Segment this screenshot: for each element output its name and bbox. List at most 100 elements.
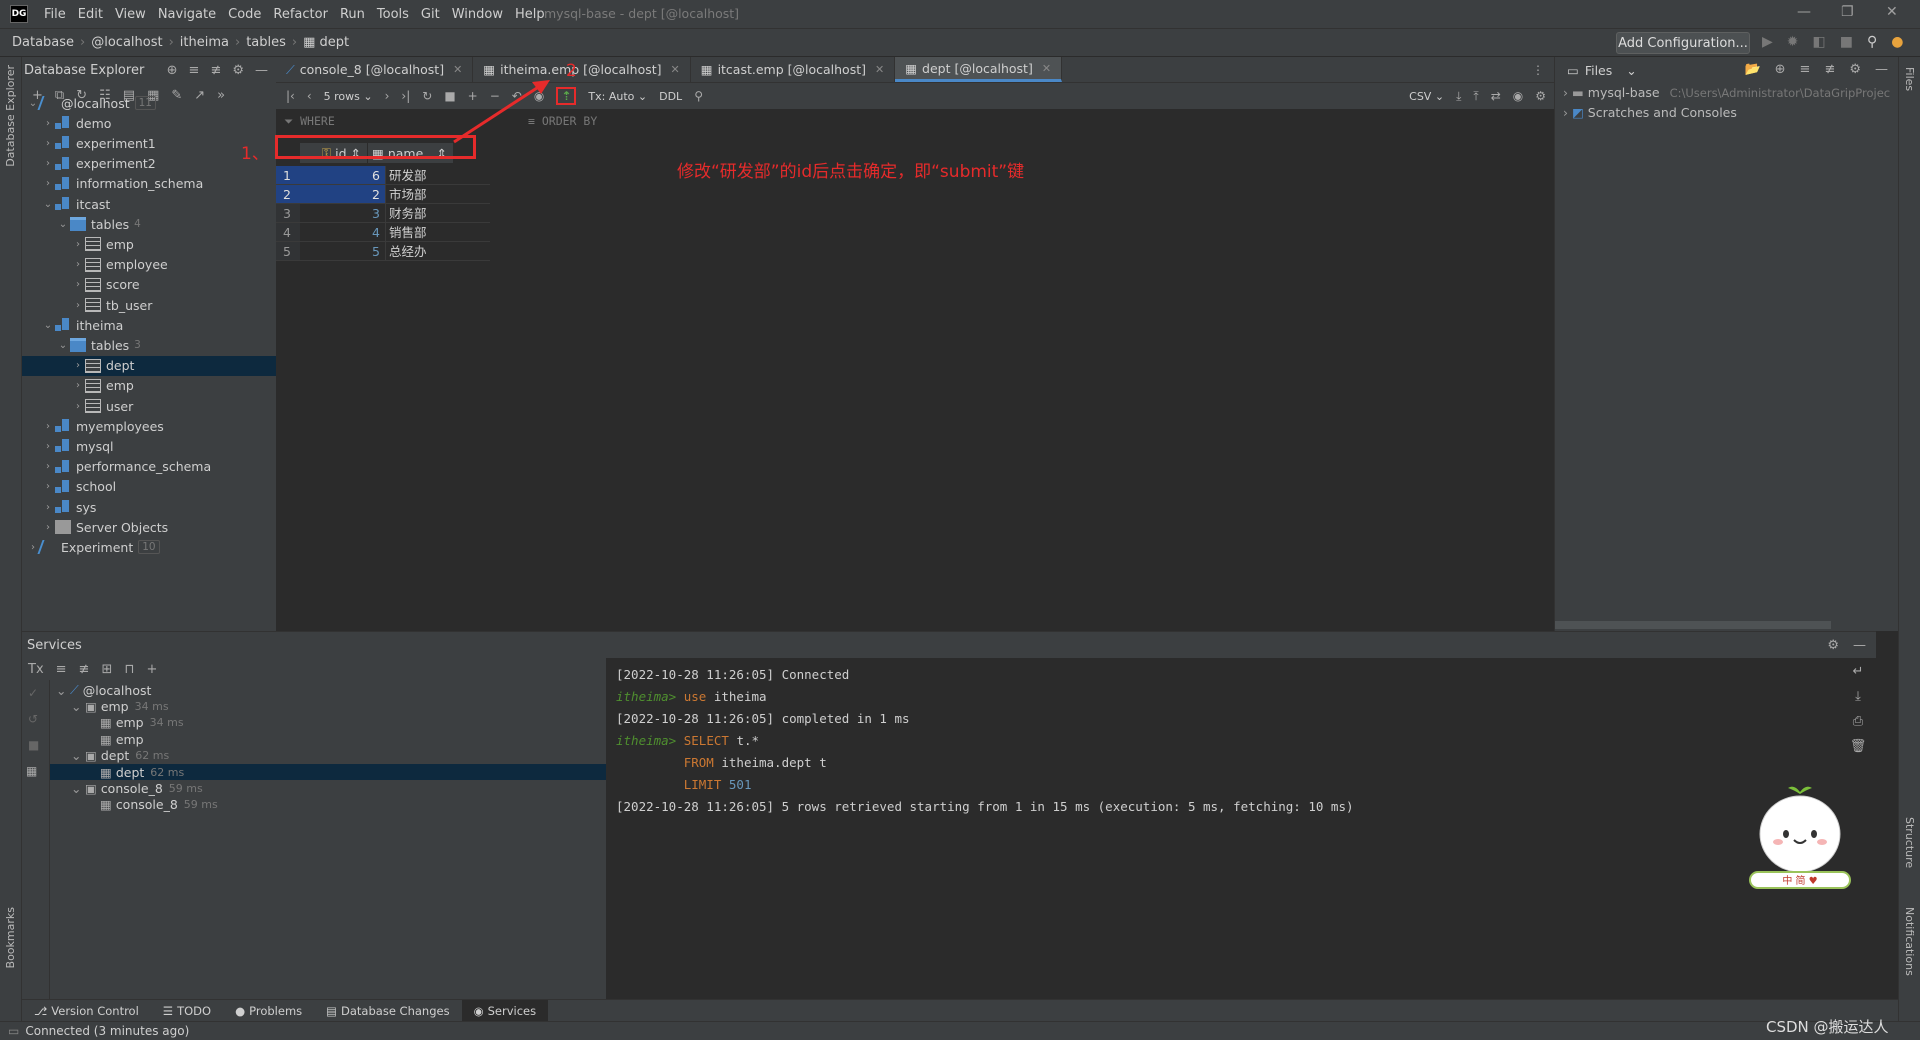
expand-arrow-icon[interactable]: › [41, 441, 55, 452]
tab-console-8[interactable]: ⟋ console_8 [@localhost] ✕ [276, 57, 474, 82]
tree-node-emp[interactable]: › emp [22, 376, 276, 396]
service-node-console-8[interactable]: ⌄ ▣ console_8 59 ms [50, 780, 606, 796]
expand-arrow-icon[interactable]: › [41, 522, 55, 533]
expand-arrow-icon[interactable]: › [41, 461, 55, 472]
scratches-node[interactable]: › ◩ Scratches and Consoles [1563, 105, 1737, 120]
collapse-all-icon[interactable]: ≢ [210, 63, 221, 78]
tab-database-changes[interactable]: ▤ Database Changes [314, 1000, 461, 1022]
svc-collapse-icon[interactable]: ≢ [79, 662, 90, 677]
bookmarks-strip-tab[interactable]: Bookmarks [4, 907, 17, 968]
compare-icon[interactable]: ⇄ [1491, 89, 1501, 103]
services-hide-icon[interactable]: — [1853, 638, 1866, 653]
menu-view[interactable]: View [115, 7, 146, 22]
ddl-button[interactable]: DDL [659, 90, 682, 103]
expand-arrow-icon[interactable]: ⌄ [41, 320, 55, 331]
search-grid-icon[interactable]: ⚲ [694, 89, 703, 103]
tree-node-school[interactable]: › school [22, 477, 276, 497]
menu-git[interactable]: Git [421, 7, 440, 22]
export-format-dropdown[interactable]: CSV ⌄ [1409, 90, 1444, 103]
tx-mode-dropdown[interactable]: Tx: Auto ⌄ [588, 90, 647, 103]
gear-icon[interactable]: ⚙ [232, 63, 244, 78]
view-icon[interactable]: ◉ [1513, 89, 1523, 103]
notifications-strip-tab[interactable]: Notifications [1903, 907, 1916, 976]
svc-add-icon[interactable]: + [147, 662, 158, 677]
expand-arrow-icon[interactable]: ⌄ [71, 781, 85, 796]
tree-node-mysql[interactable]: › mysql [22, 436, 276, 456]
tree-node-employee[interactable]: › employee [22, 255, 276, 275]
search-icon[interactable]: ⚲ [1867, 34, 1877, 50]
expand-arrow-icon[interactable]: › [41, 178, 55, 189]
expand-icon[interactable]: ≡ [1800, 62, 1811, 77]
tree-node-server-objects[interactable]: › Server Objects [22, 517, 276, 537]
tab-todo[interactable]: ☰ TODO [151, 1000, 223, 1022]
project-node[interactable]: › ▬ mysql-base C:\Users\Administrator\Da… [1563, 85, 1893, 100]
group-icon[interactable]: ⊞ [101, 662, 112, 677]
tab-itcast-emp[interactable]: ▦ itcast.emp [@localhost] ✕ [691, 57, 896, 82]
expand-arrow-icon[interactable]: › [71, 259, 85, 270]
coverage-icon[interactable]: ◧ [1813, 34, 1826, 50]
stop-icon[interactable]: ■ [1840, 34, 1853, 50]
clear-icon[interactable]: 🗑 [1850, 739, 1867, 754]
tabs-menu-icon[interactable]: ⋮ [1532, 57, 1554, 82]
expand-arrow-icon[interactable]: › [41, 118, 55, 129]
expand-arrow-icon[interactable]: › [71, 239, 85, 250]
expand-arrow-icon[interactable]: › [71, 300, 85, 311]
row-number[interactable]: 5 [276, 242, 300, 261]
tree-node-tb-user[interactable]: › tb_user [22, 295, 276, 315]
tree-node-experiment2[interactable]: › experiment2 [22, 154, 276, 174]
expand-arrow-icon[interactable]: ⌄ [71, 748, 85, 763]
grid-settings-icon[interactable]: ⚙ [1535, 89, 1546, 103]
service-node-dept[interactable]: ⌄ ▣ dept 62 ms [50, 748, 606, 764]
tab-dept[interactable]: ▦ dept [@localhost] ✕ [895, 57, 1063, 82]
tree-node-myemployees[interactable]: › myemployees [22, 416, 276, 436]
tree-node-demo[interactable]: › demo [22, 113, 276, 133]
expand-arrow-icon[interactable]: ⌄ [41, 199, 55, 210]
breadcrumb-database[interactable]: Database [12, 35, 74, 50]
tree-node-performance-schema[interactable]: › performance_schema [22, 457, 276, 477]
tree-node-tables[interactable]: ⌄ tables 4 [22, 214, 276, 234]
files-strip-tab[interactable]: Files [1903, 67, 1916, 91]
breadcrumb-tables[interactable]: tables [246, 35, 286, 50]
download-icon[interactable]: ⤓ [1456, 89, 1461, 104]
rows-count-dropdown[interactable]: 5 rows ⌄ [324, 90, 373, 103]
open-folder-icon[interactable]: 📂 [1744, 62, 1760, 77]
expand-arrow-icon[interactable]: ⌄ [56, 340, 70, 351]
expand-arrow-icon[interactable]: ⌄ [56, 219, 70, 230]
upload-icon[interactable]: ⤒ [1473, 89, 1478, 104]
expand-arrow-icon[interactable]: › [41, 421, 55, 432]
horizontal-scrollbar[interactable] [1555, 621, 1831, 629]
debug-icon[interactable]: ✹ [1787, 34, 1799, 50]
db-explorer-strip-tab[interactable]: Database Explorer [4, 65, 17, 167]
tree-node-sys[interactable]: › sys [22, 497, 276, 517]
next-page-icon[interactable]: › [385, 89, 390, 103]
expand-all-icon[interactable]: ≡ [189, 63, 200, 78]
tree-node-tables[interactable]: ⌄ tables 3 [22, 335, 276, 355]
tree-node-experiment1[interactable]: › experiment1 [22, 133, 276, 153]
print-icon[interactable]: ⎙ [1853, 714, 1863, 729]
expand-arrow-icon[interactable]: ⌄ [56, 683, 70, 698]
expand-arrow-icon[interactable]: › [41, 481, 55, 492]
table-row[interactable]: 5 5 总经办 [276, 240, 490, 263]
service-node-console-8[interactable]: ▦ console_8 59 ms [50, 797, 606, 813]
filter-icon[interactable]: ⊓ [124, 662, 134, 677]
tab-version-control[interactable]: ⎇ Version Control [22, 1000, 151, 1022]
last-page-icon[interactable]: ›| [401, 89, 410, 103]
tree-node-itheima[interactable]: ⌄ itheima [22, 315, 276, 335]
tree-node-experiment[interactable]: › Experiment 10 [22, 537, 276, 557]
expand-arrow-icon[interactable]: ⌄ [71, 699, 85, 714]
expand-arrow-icon[interactable]: › [71, 360, 85, 371]
hide-icon[interactable]: — [255, 63, 268, 78]
tab-problems[interactable]: ● Problems [223, 1000, 314, 1022]
tree-node-emp[interactable]: › emp [22, 234, 276, 254]
service-node-dept[interactable]: ▦ dept 62 ms [50, 764, 606, 780]
output-console[interactable]: [2022-10-28 11:26:05] Connected itheima>… [606, 658, 1876, 1000]
expand-arrow-icon[interactable]: › [41, 138, 55, 149]
expand-arrow-icon[interactable]: › [41, 158, 55, 169]
service-node-emp[interactable]: ▦ emp [50, 731, 606, 747]
add-configuration-button[interactable]: Add Configuration... [1616, 32, 1750, 54]
minimize-icon[interactable]: — [1797, 4, 1811, 20]
structure-strip-tab[interactable]: Structure [1903, 817, 1916, 868]
close-window-icon[interactable]: ✕ [1886, 4, 1898, 20]
tree-node-user[interactable]: › user [22, 396, 276, 416]
tx-icon[interactable]: Tx [28, 662, 44, 677]
